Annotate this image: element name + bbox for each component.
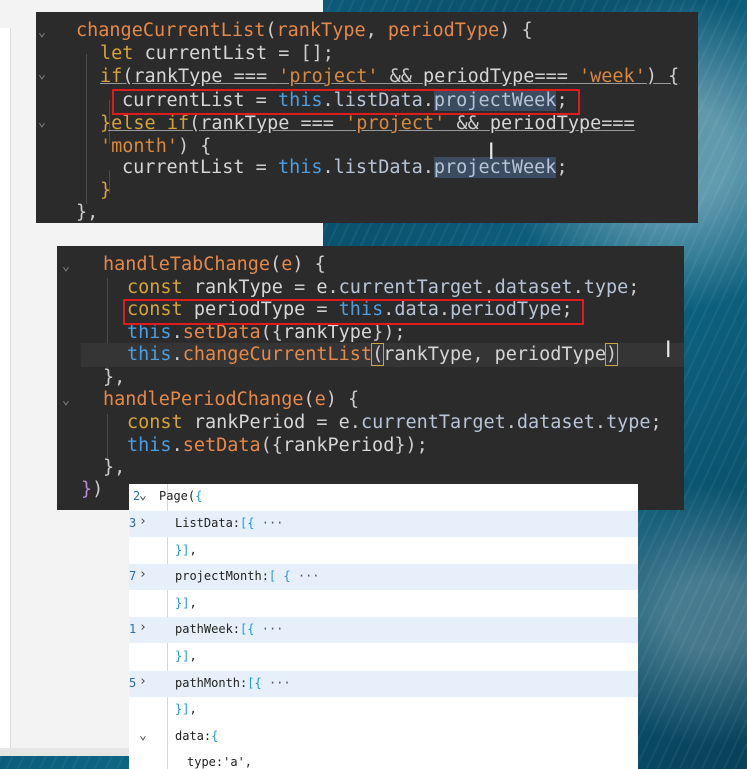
code-line: const rankType = e.currentTarget.dataset… <box>127 277 640 298</box>
code-window-page-outline: ⌄ Page({ › ListData:[{ ··· }], › project… <box>129 484 638 769</box>
chevron-down-icon[interactable]: ⌄ <box>139 728 147 743</box>
code-row: }], <box>175 649 197 663</box>
code-line: this.setData({rankPeriod}); <box>127 435 428 456</box>
fold-chevron-icon[interactable]: ⌄ <box>38 64 46 87</box>
code-row: }], <box>175 702 197 716</box>
line-number: 1 <box>129 622 137 636</box>
indent-guide <box>86 54 87 204</box>
left-panel-inner <box>0 28 11 748</box>
fold-chevron-icon[interactable]: ⌄ <box>38 112 46 135</box>
code-line: let currentList = []; <box>100 43 334 64</box>
code-line: if(rankType === 'project' && periodType=… <box>100 66 680 87</box>
code-window-handle-tab-change: ⌄ ⌄ handleTabChange(e) { const rankType … <box>57 246 684 510</box>
code-line: currentList = this.listData.projectWeek; <box>122 157 568 178</box>
text-cursor-icon: I <box>488 140 495 165</box>
code-row: }], <box>175 543 197 557</box>
indent-guide <box>107 414 108 458</box>
code-row[interactable]: › projectMonth:[ { ··· <box>129 564 638 590</box>
code-line: }, <box>76 202 99 223</box>
code-window-change-current-list: ⌄ ⌄ ⌄ changeCurrentList(rankType, period… <box>36 12 698 223</box>
code-line: }, <box>103 457 126 478</box>
code-row: type:'a', <box>187 755 253 769</box>
line-number: 7 <box>129 569 137 583</box>
code-row[interactable]: ⌄ Page({ <box>129 484 638 510</box>
code-line: changeCurrentList(rankType, periodType) … <box>76 20 533 41</box>
code-line: }else if(rankType === 'project' && perio… <box>100 113 635 134</box>
code-line: }, <box>103 367 126 388</box>
highlight-box <box>123 299 584 325</box>
chevron-right-icon[interactable]: › <box>139 514 147 529</box>
line-number: 5 <box>129 676 137 690</box>
line-number: 2 <box>133 489 141 503</box>
code-line: }) <box>81 479 104 500</box>
code-line: } <box>100 180 112 201</box>
fold-chevron-icon[interactable]: ⌄ <box>62 256 70 279</box>
code-line: const rankPeriod = e.currentTarget.datas… <box>127 412 662 433</box>
code-row[interactable]: ⌄ data:{ <box>129 724 638 750</box>
highlight-box <box>112 89 580 115</box>
code-line: this.setData({rankType}); <box>127 322 406 343</box>
code-line: this.changeCurrentList(rankType, periodT… <box>127 343 619 366</box>
code-line: 'month') { <box>100 136 212 157</box>
code-row[interactable]: › pathWeek:[{ ··· <box>129 617 638 643</box>
code-row[interactable]: › ListData:[{ ··· <box>129 511 638 537</box>
code-row[interactable]: › pathMonth:[{ ··· <box>129 671 638 697</box>
chevron-right-icon[interactable]: › <box>139 620 147 635</box>
code-row: }], <box>175 596 197 610</box>
code-line: handleTabChange(e) { <box>103 254 326 275</box>
fold-chevron-icon[interactable]: ⌄ <box>38 22 46 45</box>
text-cursor-icon: I <box>665 338 672 363</box>
line-number: 3 <box>129 516 137 530</box>
chevron-right-icon[interactable]: › <box>139 567 147 582</box>
chevron-right-icon[interactable]: › <box>139 674 147 689</box>
code-line: handlePeriodChange(e) { <box>103 389 360 410</box>
fold-chevron-icon[interactable]: ⌄ <box>62 390 70 413</box>
